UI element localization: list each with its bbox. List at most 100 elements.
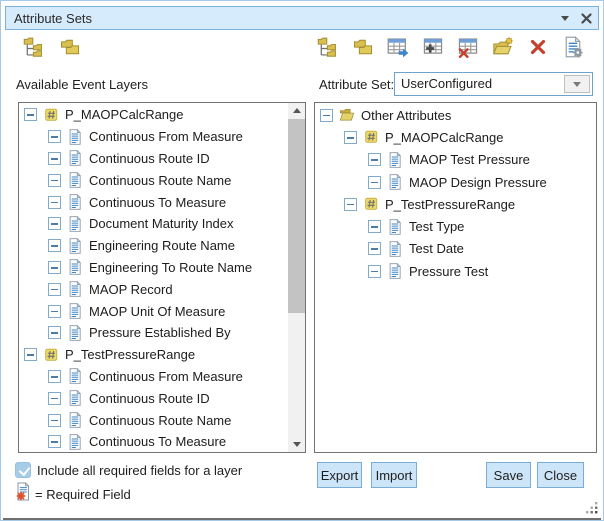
- red-x-icon: [527, 36, 549, 63]
- window-bottom-edge: [3, 518, 601, 520]
- tree-item[interactable]: Test Date: [315, 238, 596, 260]
- folders-icon: [352, 36, 374, 63]
- tool-export-table-button[interactable]: [386, 37, 410, 61]
- collapse-expander-icon[interactable]: [48, 283, 61, 296]
- folders-icon: [59, 36, 81, 63]
- field-doc-icon: [67, 390, 83, 406]
- collapse-expander-icon[interactable]: [48, 435, 61, 448]
- tree-item[interactable]: Test Type: [315, 215, 596, 237]
- tool-set-collapse-folders-button[interactable]: [351, 37, 375, 61]
- tool-delete-button[interactable]: [526, 37, 550, 61]
- tree-item[interactable]: Document Maturity Index: [19, 213, 287, 235]
- collapse-expander-icon[interactable]: [368, 176, 381, 189]
- collapse-expander-icon[interactable]: [24, 108, 37, 121]
- tree-item[interactable]: Other Attributes: [315, 104, 596, 126]
- attribute-set-panel: Other Attributes P_MAOPCalcRange MAOP Te…: [314, 102, 597, 453]
- include-required-checkbox[interactable]: [15, 462, 31, 478]
- tree-item[interactable]: Continuous From Measure: [19, 126, 287, 148]
- folder-gear-icon: [492, 36, 514, 63]
- table-export-icon: [387, 36, 409, 63]
- field-doc-icon: [387, 219, 403, 235]
- tree-item[interactable]: Continuous To Measure: [19, 431, 287, 453]
- tree-item[interactable]: Continuous Route Name: [19, 169, 287, 191]
- field-doc-icon: [67, 434, 83, 450]
- resize-grip[interactable]: [586, 502, 598, 514]
- tree-item[interactable]: Continuous Route ID: [19, 387, 287, 409]
- collapse-expander-icon[interactable]: [48, 130, 61, 143]
- collapse-expander-icon[interactable]: [48, 370, 61, 383]
- tree-item[interactable]: MAOP Unit Of Measure: [19, 300, 287, 322]
- field-doc-icon: [67, 194, 83, 210]
- attribute-set-combobox[interactable]: UserConfigured: [394, 72, 593, 96]
- collapse-expander-icon[interactable]: [48, 414, 61, 427]
- tool-collapse-folders-button[interactable]: [58, 37, 82, 61]
- close-icon[interactable]: [581, 13, 592, 24]
- collapse-expander-icon[interactable]: [48, 239, 61, 252]
- tool-remove-table-button[interactable]: [456, 37, 480, 61]
- tree-item[interactable]: Continuous To Measure: [19, 191, 287, 213]
- chevron-down-icon: [573, 82, 581, 87]
- collapse-expander-icon[interactable]: [368, 242, 381, 255]
- scroll-down-icon[interactable]: [288, 437, 305, 452]
- tool-properties-button[interactable]: [561, 37, 585, 61]
- collapse-expander-icon[interactable]: [368, 265, 381, 278]
- save-button[interactable]: Save: [486, 462, 531, 488]
- tree-item[interactable]: P_TestPressureRange: [19, 344, 287, 366]
- collapse-expander-icon[interactable]: [344, 198, 357, 211]
- event-layer-icon: [43, 107, 59, 123]
- export-button[interactable]: Export: [317, 462, 362, 488]
- tree-item[interactable]: Continuous Route Name: [19, 409, 287, 431]
- collapse-expander-icon[interactable]: [368, 153, 381, 166]
- right-toolbar: [316, 37, 585, 61]
- tree-item[interactable]: MAOP Test Pressure: [315, 149, 596, 171]
- tool-add-table-button[interactable]: [421, 37, 445, 61]
- field-doc-icon: [67, 325, 83, 341]
- tree-item[interactable]: Pressure Test: [315, 260, 596, 282]
- required-field-legend: = Required Field: [35, 487, 131, 502]
- tree-item[interactable]: MAOP Record: [19, 278, 287, 300]
- collapse-expander-icon[interactable]: [344, 131, 357, 144]
- collapse-expander-icon[interactable]: [48, 305, 61, 318]
- tree-item[interactable]: P_TestPressureRange: [315, 193, 596, 215]
- collapse-expander-icon[interactable]: [48, 261, 61, 274]
- attribute-set-tree: Other Attributes P_MAOPCalcRange MAOP Te…: [315, 104, 596, 452]
- tool-new-attribute-set-button[interactable]: [491, 37, 515, 61]
- required-field-doc-icon: [14, 482, 32, 502]
- combobox-dropdown-button[interactable]: [564, 75, 590, 93]
- collapse-chevron-icon[interactable]: [561, 16, 569, 21]
- tree-item[interactable]: Pressure Established By: [19, 322, 287, 344]
- field-doc-icon: [67, 216, 83, 232]
- attribute-sets-dialog: Attribute Sets Available Event Layers At…: [0, 0, 604, 521]
- collapse-expander-icon[interactable]: [48, 217, 61, 230]
- field-doc-icon: [387, 152, 403, 168]
- tree-item[interactable]: Engineering Route Name: [19, 235, 287, 257]
- tree-item[interactable]: Continuous Route ID: [19, 148, 287, 170]
- close-button[interactable]: Close: [537, 462, 584, 488]
- collapse-expander-icon[interactable]: [368, 220, 381, 233]
- field-doc-icon: [67, 281, 83, 297]
- tree-item[interactable]: MAOP Design Pressure: [315, 171, 596, 193]
- vertical-scrollbar[interactable]: [288, 103, 305, 452]
- collapse-expander-icon[interactable]: [320, 109, 333, 122]
- collapse-expander-icon[interactable]: [48, 326, 61, 339]
- doc-gear-icon: [562, 36, 584, 63]
- field-doc-icon: [67, 238, 83, 254]
- tool-set-hierarchy-button[interactable]: [316, 37, 340, 61]
- scroll-up-icon[interactable]: [288, 103, 305, 118]
- tree-item[interactable]: Continuous From Measure: [19, 366, 287, 388]
- tree-item[interactable]: P_MAOPCalcRange: [315, 126, 596, 148]
- tree-item[interactable]: Engineering To Route Name: [19, 257, 287, 279]
- import-button[interactable]: Import: [371, 462, 417, 488]
- tool-layer-hierarchy-button[interactable]: [22, 37, 46, 61]
- dialog-titlebar[interactable]: Attribute Sets: [5, 6, 599, 30]
- collapse-expander-icon[interactable]: [48, 196, 61, 209]
- scrollbar-thumb[interactable]: [288, 119, 305, 313]
- left-toolbar: [22, 37, 82, 61]
- collapse-expander-icon[interactable]: [24, 348, 37, 361]
- tree-item[interactable]: P_MAOPCalcRange: [19, 104, 287, 126]
- layer-hierarchy-icon: [317, 36, 339, 63]
- available-layers-label: Available Event Layers: [16, 77, 148, 92]
- collapse-expander-icon[interactable]: [48, 174, 61, 187]
- collapse-expander-icon[interactable]: [48, 392, 61, 405]
- collapse-expander-icon[interactable]: [48, 152, 61, 165]
